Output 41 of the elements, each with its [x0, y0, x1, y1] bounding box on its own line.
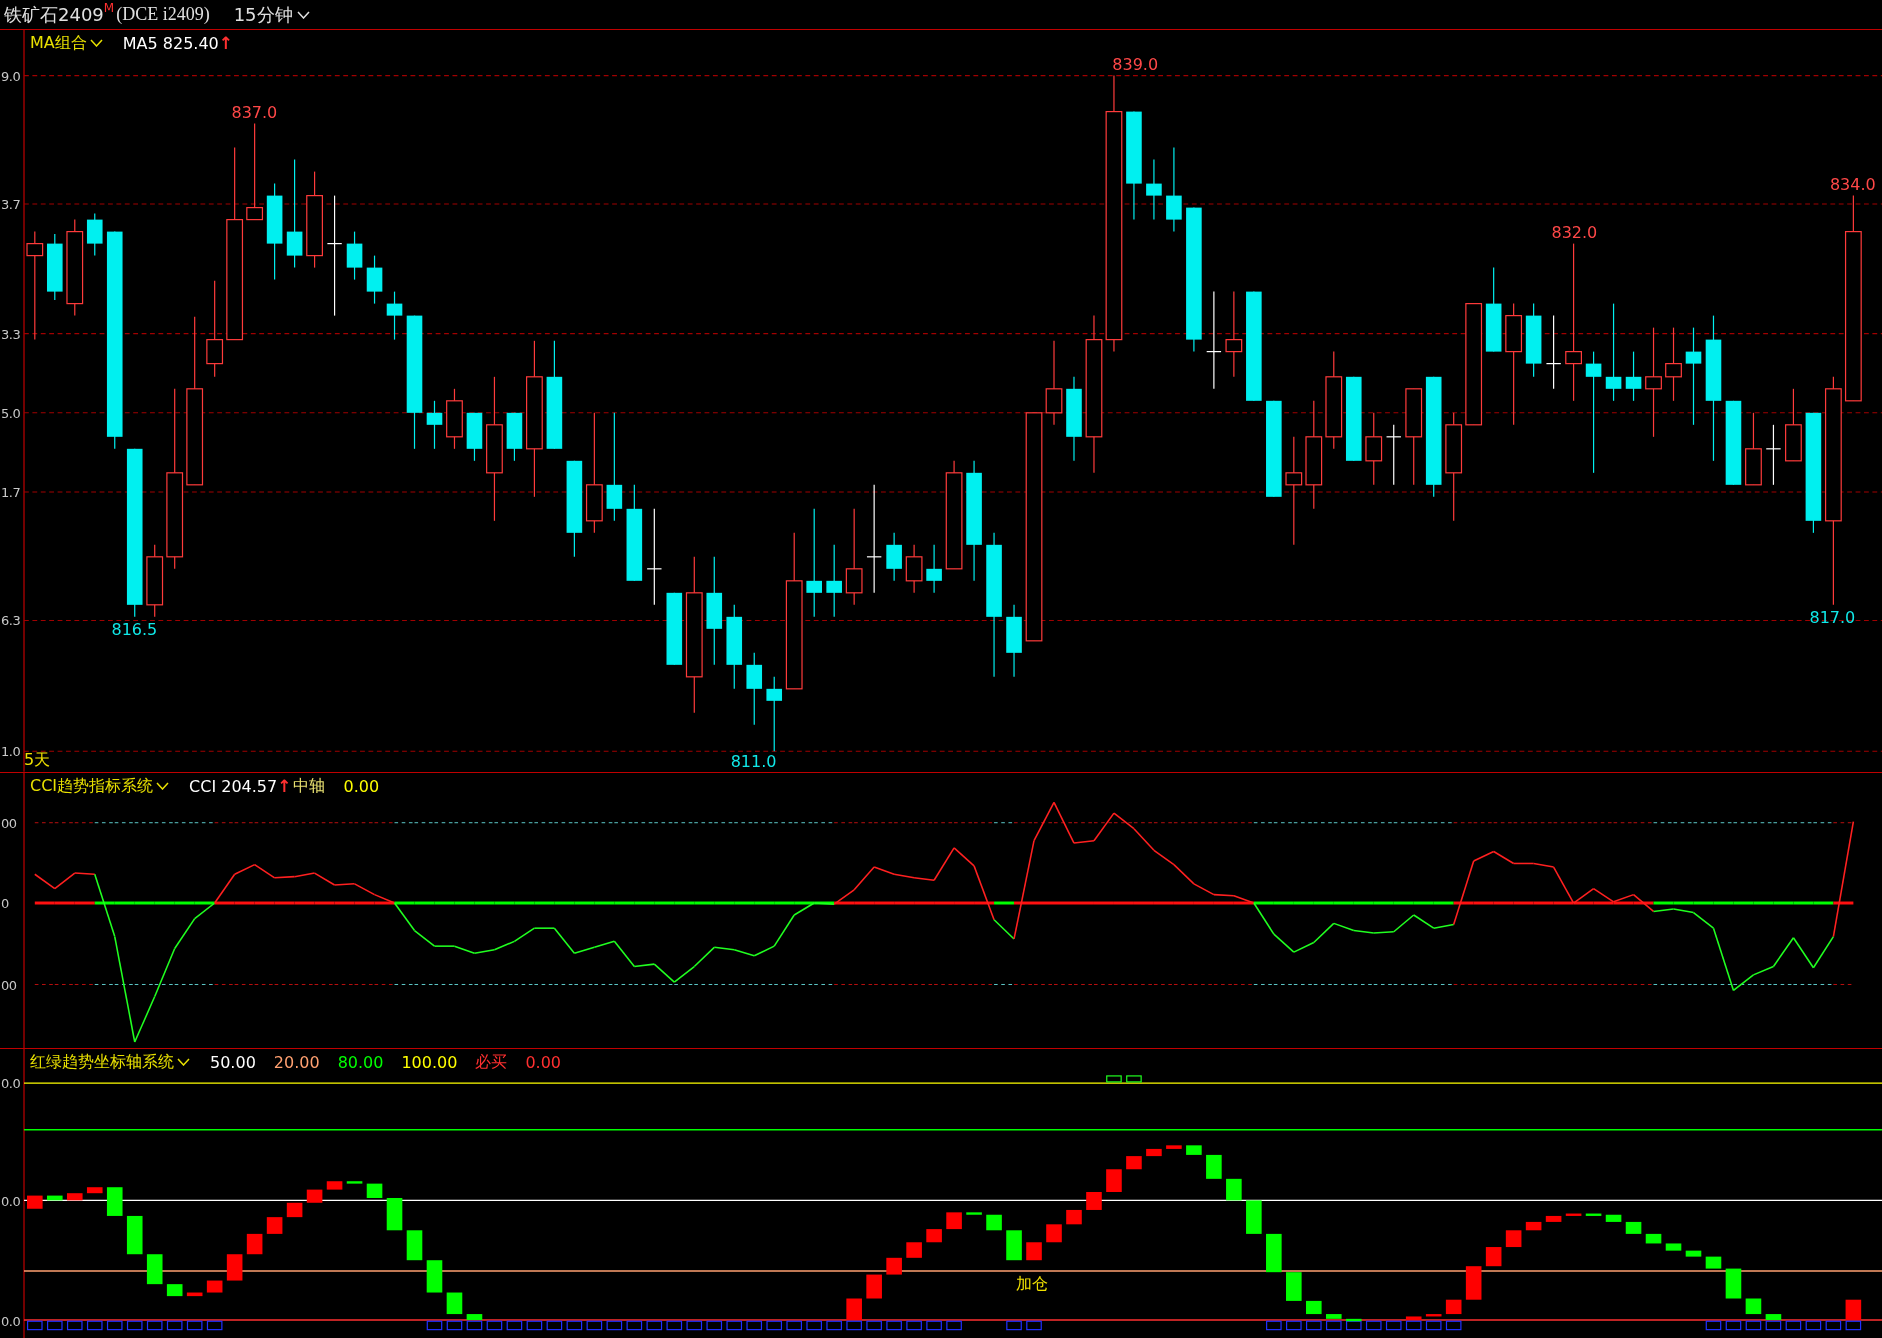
price-label: 832.0 [1551, 222, 1598, 242]
indicator-value: 100.00 [401, 1052, 458, 1072]
axis-label: 3.7 [1, 196, 21, 212]
indicator-dropdown[interactable]: 红绿趋势坐标轴系统 [30, 1051, 190, 1073]
instrument-name: 铁矿石2409 [4, 2, 104, 27]
indicator-value: 中轴 [293, 775, 326, 797]
price-label: 817.0 [1809, 607, 1856, 627]
trend-arrow: ↑ [218, 33, 233, 53]
price-label: 816.5 [111, 619, 158, 639]
indicator-value: 0.00 [525, 1052, 562, 1072]
axis-label: 5.0 [1, 405, 21, 421]
contract-marker-label: M [103, 0, 115, 15]
price-label: 839.0 [1112, 54, 1159, 74]
range-label: 5天 [24, 749, 51, 771]
contract-code: (DCE i2409) [116, 4, 210, 25]
indicator-dropdown[interactable]: CCI趋势指标系统 [30, 775, 170, 797]
axis-label: 0.0 [1, 1193, 21, 1209]
axis-label: 0.0 [1, 1075, 21, 1091]
price-label: 834.0 [1829, 174, 1876, 194]
axis-label: 0.0 [1, 1313, 21, 1329]
period-dropdown[interactable]: 15分钟 [233, 2, 310, 27]
indicator-dropdown[interactable]: MA组合 [30, 32, 103, 54]
axis-label: 9.0 [1, 68, 21, 84]
indicator-value: CCI 204.57 [189, 776, 278, 796]
indicator-value: 0.00 [343, 776, 380, 796]
axis-label: 1.7 [1, 484, 21, 500]
axis-label: 0 [1, 895, 9, 911]
signal-label: 加仓 [1016, 1273, 1048, 1295]
indicator-value: 20.00 [273, 1052, 320, 1072]
indicator-value: MA5 825.40 [122, 33, 219, 53]
price-label: 837.0 [231, 102, 278, 122]
indicator-value: 必买 [475, 1051, 508, 1073]
axis-label: 00 [1, 977, 17, 993]
indicator-value: 50.00 [210, 1052, 256, 1072]
indicator-value: 80.00 [337, 1052, 384, 1072]
axis-label: 3.3 [1, 326, 21, 342]
trend-arrow: ↑ [277, 776, 292, 796]
axis-label: 1.0 [1, 743, 21, 759]
axis-label: 00 [1, 815, 17, 831]
axis-label: 6.3 [1, 612, 21, 628]
price-label: 811.0 [730, 751, 777, 771]
